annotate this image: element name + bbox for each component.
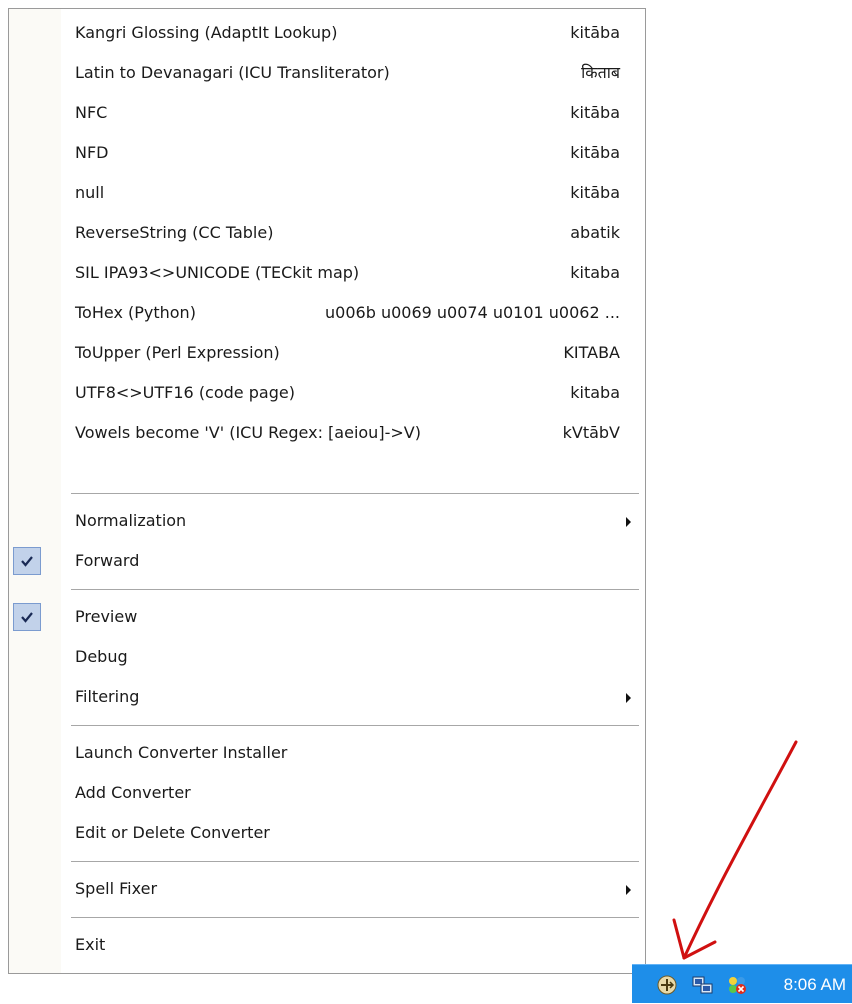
converter-preview-result: kitāba [570, 143, 620, 162]
menu-item-nfd[interactable]: NFD kitāba [9, 133, 645, 173]
menu-item-debug[interactable]: Debug [9, 637, 645, 677]
menu-item-label: SIL IPA93<>UNICODE (TECkit map) [75, 263, 360, 282]
menu-item-kangri-glossing[interactable]: Kangri Glossing (AdaptIt Lookup) kitāba [9, 13, 645, 53]
menu-item-latin-to-devanagari[interactable]: Latin to Devanagari (ICU Transliterator)… [9, 53, 645, 93]
menu-item-label: Preview [75, 607, 138, 626]
menu-separator [71, 493, 639, 495]
menu-item-normalization[interactable]: Normalization [9, 501, 645, 541]
menu-separator [71, 861, 639, 863]
menu-item-add-converter[interactable]: Add Converter [9, 773, 645, 813]
menu-item-label: ToUpper (Perl Expression) [75, 343, 280, 362]
converter-preview-result: kitāba [570, 23, 620, 42]
menu-separator [71, 917, 639, 919]
menu-item-label: Edit or Delete Converter [75, 823, 270, 842]
submenu-arrow-icon [626, 693, 631, 703]
menu-item-label: Launch Converter Installer [75, 743, 288, 762]
menu-item-label: Debug [75, 647, 128, 666]
menu-item-label: Vowels become 'V' (ICU Regex: [aeiou]->V… [75, 423, 421, 442]
menu-item-nfc[interactable]: NFC kitāba [9, 93, 645, 133]
security-alert-tray-icon[interactable] [726, 974, 748, 996]
submenu-arrow-icon [626, 885, 631, 895]
check-icon [13, 603, 41, 631]
converter-tray-icon[interactable] [656, 974, 678, 996]
menu-item-null[interactable]: null kitāba [9, 173, 645, 213]
menu-item-tohex[interactable]: ToHex (Python) u006b u0069 u0074 u0101 u… [9, 293, 645, 333]
converter-preview-result: kVtābV [562, 423, 620, 442]
converter-preview-result: KITABA [563, 343, 620, 362]
menu-separator [71, 725, 639, 727]
menu-item-preview[interactable]: Preview [9, 597, 645, 637]
converter-preview-result: kitaba [570, 383, 620, 402]
check-icon [13, 547, 41, 575]
menu-item-reverse-string[interactable]: ReverseString (CC Table) abatik [9, 213, 645, 253]
menu-item-edit-delete-converter[interactable]: Edit or Delete Converter [9, 813, 645, 853]
network-tray-icon[interactable] [692, 974, 714, 996]
menu-item-filtering[interactable]: Filtering [9, 677, 645, 717]
menu-item-label: null [75, 183, 105, 202]
system-tray: 8:06 AM [632, 964, 852, 1003]
menu-separator [71, 589, 639, 591]
converter-preview-result: u006b u0069 u0074 u0101 u0062 ... [325, 303, 620, 322]
menu-item-forward[interactable]: Forward [9, 541, 645, 581]
menu-item-utf8-utf16[interactable]: UTF8<>UTF16 (code page) kitaba [9, 373, 645, 413]
menu-item-spell-fixer[interactable]: Spell Fixer [9, 869, 645, 909]
menu-item-label: Kangri Glossing (AdaptIt Lookup) [75, 23, 338, 42]
converter-preview-result: abatik [570, 223, 620, 242]
converter-preview-result: kitaba [570, 263, 620, 282]
submenu-arrow-icon [626, 517, 631, 527]
menu-item-label: NFC [75, 103, 108, 122]
menu-item-vowels-become-v[interactable]: Vowels become 'V' (ICU Regex: [aeiou]->V… [9, 413, 645, 453]
converter-preview-result: किताब [581, 63, 620, 82]
menu-item-launch-converter-installer[interactable]: Launch Converter Installer [9, 733, 645, 773]
menu-item-label: UTF8<>UTF16 (code page) [75, 383, 295, 402]
converter-preview-result: kitāba [570, 183, 620, 202]
menu-item-label: Normalization [75, 511, 187, 530]
menu-item-toupper[interactable]: ToUpper (Perl Expression) KITABA [9, 333, 645, 373]
menu-item-label: Filtering [75, 687, 140, 706]
menu-item-label: Add Converter [75, 783, 191, 802]
menu-item-exit[interactable]: Exit [9, 925, 645, 965]
menu-item-label: ReverseString (CC Table) [75, 223, 274, 242]
menu-item-label: ToHex (Python) [75, 303, 196, 322]
menu-item-sil-ipa93[interactable]: SIL IPA93<>UNICODE (TECkit map) kitaba [9, 253, 645, 293]
context-menu: Kangri Glossing (AdaptIt Lookup) kitāba … [8, 8, 646, 974]
converter-preview-result: kitāba [570, 103, 620, 122]
menu-item-label: Exit [75, 935, 106, 954]
taskbar-clock[interactable]: 8:06 AM [784, 965, 846, 1004]
menu-item-label: Latin to Devanagari (ICU Transliterator) [75, 63, 390, 82]
menu-item-label: NFD [75, 143, 109, 162]
menu-item-label: Forward [75, 551, 140, 570]
menu-item-label: Spell Fixer [75, 879, 158, 898]
